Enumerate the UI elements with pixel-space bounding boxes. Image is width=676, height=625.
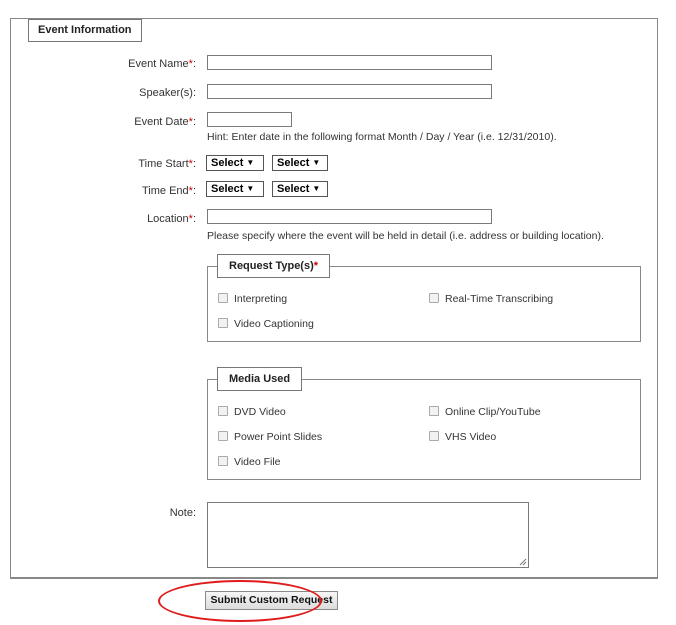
speakers-label: Speaker(s): [139,87,196,99]
note-label: Note: [169,507,196,519]
checkbox-dvd-video[interactable] [218,406,228,416]
label-colon: : [192,185,196,197]
checkbox-video-file[interactable] [218,456,228,466]
location-input[interactable] [207,209,492,224]
speakers-input[interactable] [207,84,492,99]
time-start-minute-select[interactable]: Select ▼ [272,155,328,171]
dropdown-arrow-icon: ▼ [246,184,255,193]
highlight-circle-annotation [158,580,322,622]
checkbox-online-clip[interactable] [429,406,439,416]
time-start-label-text: Time Start [138,158,189,170]
event-date-label: Event Date*: [76,116,196,128]
time-end-minute-select[interactable]: Select ▼ [272,181,328,197]
form-divider [10,578,658,579]
checkbox-label-vhs-video: VHS Video [445,431,497,443]
location-label: Location*: [76,213,196,225]
dropdown-arrow-icon: ▼ [246,158,255,167]
event-name-label: Event Name*: [76,58,196,70]
checkbox-label-video-file: Video File [234,456,281,468]
label-colon: : [192,116,196,128]
checkbox-power-point-slides[interactable] [218,431,228,441]
time-end-label-text: Time End [141,185,189,197]
location-hint: Please specify where the event will be h… [207,230,604,242]
label-colon: : [192,213,196,225]
note-textarea[interactable] [207,502,529,568]
event-date-input[interactable] [207,112,292,127]
checkbox-label-video-captioning: Video Captioning [234,318,314,330]
media-used-legend: Media Used [217,367,303,391]
time-start-minute-value: Select [277,157,310,169]
checkbox-label-online-clip: Online Clip/YouTube [445,406,541,418]
time-end-hour-value: Select [211,183,244,195]
request-types-legend: Request Type(s)* [217,254,331,278]
dropdown-arrow-icon: ▼ [312,158,321,167]
event-name-label-text: Event Name [128,58,189,70]
checkbox-label-real-time-transcribing: Real-Time Transcribing [445,293,554,305]
event-date-label-text: Event Date [134,116,189,128]
resize-grip-icon[interactable] [519,558,527,566]
checkbox-label-interpreting: Interpreting [234,293,288,305]
time-start-hour-select[interactable]: Select ▼ [206,155,264,171]
label-colon: : [192,58,196,70]
time-end-label: Time End*: [76,185,196,197]
event-date-hint: Hint: Enter date in the following format… [207,131,557,143]
checkbox-label-dvd-video: DVD Video [234,406,286,418]
checkbox-label-power-point-slides: Power Point Slides [234,431,323,443]
checkbox-vhs-video[interactable] [429,431,439,441]
location-label-text: Location [147,213,189,225]
time-start-label: Time Start*: [76,158,196,170]
label-colon: : [192,158,196,170]
time-end-minute-value: Select [277,183,310,195]
dropdown-arrow-icon: ▼ [312,184,321,193]
required-marker: * [313,260,319,272]
checkbox-video-captioning[interactable] [218,318,228,328]
checkbox-real-time-transcribing[interactable] [429,293,439,303]
checkbox-interpreting[interactable] [218,293,228,303]
event-name-input[interactable] [207,55,492,70]
event-information-legend: Event Information [28,19,142,42]
time-end-hour-select[interactable]: Select ▼ [206,181,264,197]
request-types-legend-text: Request Type(s) [229,260,314,272]
time-start-hour-value: Select [211,157,244,169]
